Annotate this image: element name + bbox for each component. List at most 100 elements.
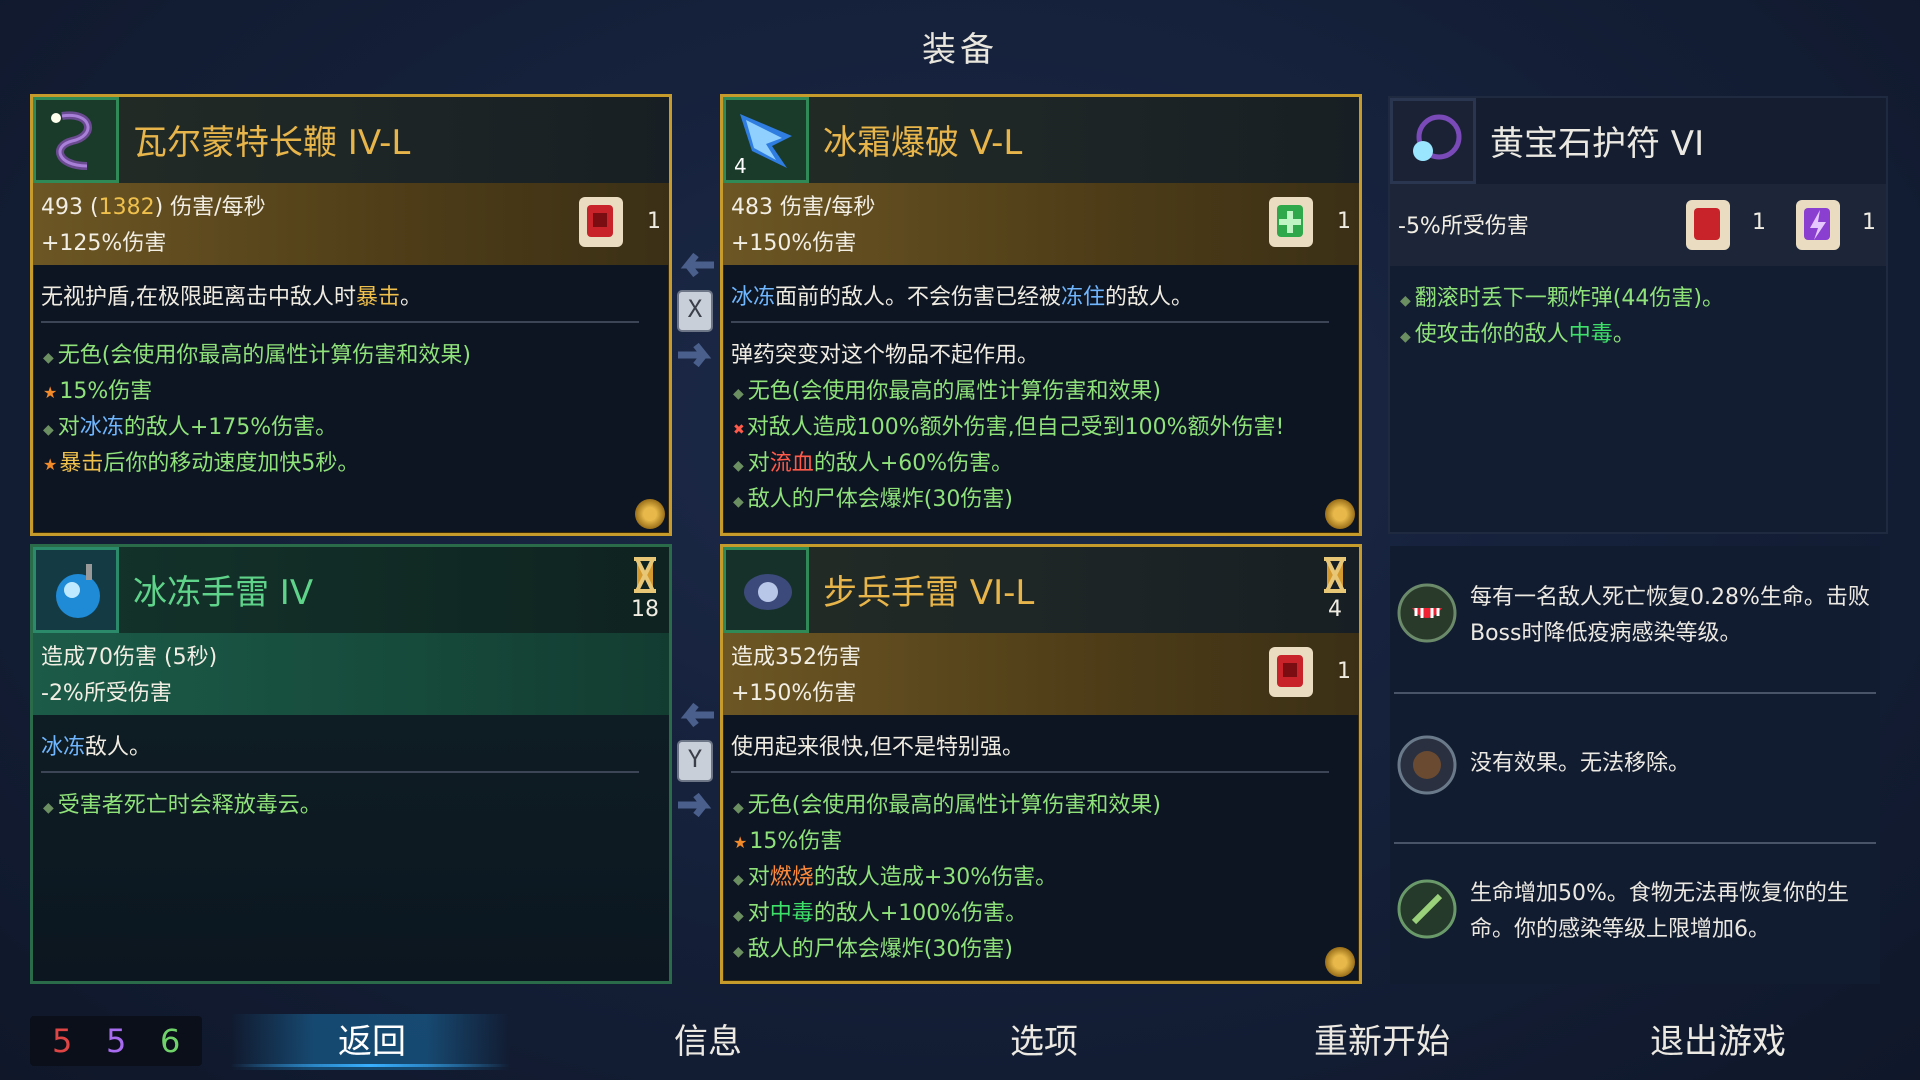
divider — [731, 771, 1329, 773]
brutality-scroll-icon — [1686, 200, 1730, 250]
defense-stat: -5%所受伤害 — [1398, 214, 1529, 239]
item-name: 步兵手雷 VI-L — [823, 573, 1035, 613]
divider — [1394, 842, 1876, 844]
menu-back-button[interactable]: 返回 — [272, 1014, 472, 1063]
affix-dot-icon: ◆ — [43, 800, 54, 816]
mutation-item[interactable]: 没有效果。无法移除。 — [1390, 706, 1880, 826]
brutality-scroll-icon — [1269, 647, 1313, 697]
affix-line: ★15%伤害 — [733, 829, 843, 854]
skill-card-ice-grenade[interactable]: 冰冻手雷 IV 18 造成70伤害 (5秒) -2%所受伤害 冰冻敌人。 ◆ 受害… — [30, 544, 672, 984]
affix-dot-icon: ◆ — [733, 458, 744, 474]
menu-info-button[interactable]: 信息 — [608, 1014, 808, 1063]
scroll-stats: 5 5 6 — [30, 1016, 202, 1066]
item-description: 冰冻敌人。 — [41, 735, 152, 760]
affix-line: ◆ 无色(会使用你最高的属性计算伤害和效果) — [43, 343, 471, 368]
cooldown-value: 18 — [631, 597, 659, 622]
scroll-count: 1 — [647, 209, 661, 234]
page-title: 装备 — [922, 30, 998, 70]
affix-dot-icon: ◆ — [733, 872, 744, 888]
brutality-scroll-icon — [579, 197, 623, 247]
item-stats: -5%所受伤害 1 1 — [1390, 184, 1886, 266]
legendary-star-icon: ★ — [733, 833, 748, 852]
affix-line: ◆ 使攻击你的敌人中毒。 — [1400, 322, 1635, 347]
scroll-count: 1 — [1752, 210, 1766, 235]
curse-icon: ✖ — [733, 422, 745, 438]
affix-line: ◆ 翻滚时丢下一颗炸弹(44伤害)。 — [1400, 286, 1724, 311]
legendary-corner-icon — [1325, 947, 1355, 977]
item-note: 弹药突变对这个物品不起作用。 — [731, 343, 1040, 368]
affix-line: ◆ 敌人的尸体会爆炸(30伤害) — [733, 937, 1013, 962]
weapon-card-whip[interactable]: 瓦尔蒙特长鞭 IV-L 493 (1382) 伤害/每秒 +125%伤害 1 无… — [30, 94, 672, 536]
damage-bonus: +150%伤害 — [731, 681, 857, 706]
legendary-star-icon: ★ — [43, 383, 58, 402]
affix-dot-icon: ◆ — [733, 908, 744, 924]
bottom-menu-bar: 5 5 6 返回 信息 选项 重新开始 退出游戏 — [0, 1012, 1920, 1080]
tactics-scroll-icon — [1796, 200, 1840, 250]
legendary-star-icon: ★ — [43, 455, 58, 474]
mutation-description: 每有一名敌人死亡恢复0.28%生命。击败Boss时降低疫病感染等级。 — [1470, 585, 1870, 646]
item-name: 冰霜爆破 V-L — [823, 123, 1023, 163]
item-name: 冰冻手雷 IV — [133, 573, 314, 613]
cooldown-hourglass-icon — [625, 557, 665, 599]
scroll-count: 1 — [1337, 209, 1351, 234]
survival-scroll-icon — [1269, 197, 1313, 247]
survival-count: 6 — [160, 1022, 181, 1060]
divider — [1394, 692, 1876, 694]
menu-highlight-line — [230, 1064, 510, 1067]
affix-dot-icon: ◆ — [733, 800, 744, 816]
menu-options-button[interactable]: 选项 — [944, 1014, 1144, 1063]
affix-line: ◆ 对中毒的敌人+100%伤害。 — [733, 901, 1028, 926]
item-stats: 493 (1382) 伤害/每秒 +125%伤害 1 — [33, 183, 669, 265]
amulet-card[interactable]: 黄宝石护符 VI -5%所受伤害 1 1 ◆ 翻滚时丢下一颗炸弹(44伤害)。 ◆… — [1388, 96, 1888, 534]
affix-dot-icon: ◆ — [43, 350, 54, 366]
affix-dot-icon: ◆ — [43, 422, 54, 438]
damage-stat: 造成352伤害 — [731, 645, 861, 670]
amulet-icon — [1390, 98, 1476, 184]
affix-line: ◆ 对燃烧的敌人造成+30%伤害。 — [733, 865, 1058, 890]
menu-quit-button[interactable]: 退出游戏 — [1618, 1014, 1818, 1063]
divider — [41, 771, 639, 773]
dps-line: 493 (1382) 伤害/每秒 — [41, 195, 266, 220]
item-header — [33, 547, 669, 633]
mutation-item[interactable]: 生命增加50%。食物无法再恢复你的生命。你的感染等级上限增加6。 — [1390, 856, 1880, 976]
affix-line: ◆ 无色(会使用你最高的属性计算伤害和效果) — [733, 793, 1161, 818]
vampirism-mutation-icon — [1397, 583, 1457, 643]
charge-count: 4 — [734, 154, 747, 178]
infantry-grenade-icon — [723, 547, 809, 633]
defense-stat: -2%所受伤害 — [41, 681, 172, 706]
affix-line: ◆ 对流血的敌人+60%伤害。 — [733, 451, 1014, 476]
mutation-panel: 每有一名敌人死亡恢复0.28%生命。击败Boss时降低疫病感染等级。 没有效果。… — [1390, 546, 1880, 984]
affix-line: ✖对敌人造成100%额外伤害,但自己受到100%额外伤害! — [733, 415, 1285, 440]
skill-card-infantry-grenade[interactable]: 步兵手雷 VI-L 4 造成352伤害 +150%伤害 1 使用起来很快,但不是… — [720, 544, 1362, 984]
affix-line: ★15%伤害 — [43, 379, 153, 404]
cooldown-hourglass-icon — [1315, 557, 1355, 599]
divider — [731, 321, 1329, 323]
affix-dot-icon: ◆ — [733, 386, 744, 402]
mutation-description: 没有效果。无法移除。 — [1470, 751, 1691, 776]
weapon-card-frost-blast[interactable]: 4 冰霜爆破 V-L 483 伤害/每秒 +150%伤害 1 冰冻面前的敌人。不… — [720, 94, 1362, 536]
dps-line: 483 伤害/每秒 — [731, 195, 876, 220]
mutation-description: 生命增加50%。食物无法再恢复你的生命。你的感染等级上限增加6。 — [1470, 881, 1849, 942]
mutation-item[interactable]: 每有一名敌人死亡恢复0.28%生命。击败Boss时降低疫病感染等级。 — [1390, 560, 1880, 680]
frost-blast-icon: 4 — [723, 97, 809, 183]
damage-bonus: +150%伤害 — [731, 231, 857, 256]
affix-line: ◆ 敌人的尸体会爆炸(30伤害) — [733, 487, 1013, 512]
swap-key-x: X — [687, 295, 703, 323]
affix-dot-icon: ◆ — [733, 944, 744, 960]
divider — [41, 321, 639, 323]
affix-dot-icon: ◆ — [1400, 329, 1411, 345]
item-description: 使用起来很快,但不是特别强。 — [731, 735, 1024, 760]
affix-dot-icon: ◆ — [733, 494, 744, 510]
legendary-corner-icon — [635, 499, 665, 529]
brutality-count: 5 — [52, 1022, 73, 1060]
empty-mutation-icon — [1397, 735, 1457, 795]
item-description: 冰冻面前的敌人。不会伤害已经被冻住的敌人。 — [731, 285, 1194, 310]
item-name: 瓦尔蒙特长鞭 IV-L — [133, 123, 411, 163]
menu-restart-button[interactable]: 重新开始 — [1282, 1014, 1482, 1063]
cooldown-value: 4 — [1328, 597, 1342, 622]
damage-bonus: +125%伤害 — [41, 231, 167, 256]
scroll-count: 1 — [1337, 659, 1351, 684]
affix-line: ◆ 无色(会使用你最高的属性计算伤害和效果) — [733, 379, 1161, 404]
affix-dot-icon: ◆ — [1400, 293, 1411, 309]
tactics-count: 5 — [106, 1022, 127, 1060]
